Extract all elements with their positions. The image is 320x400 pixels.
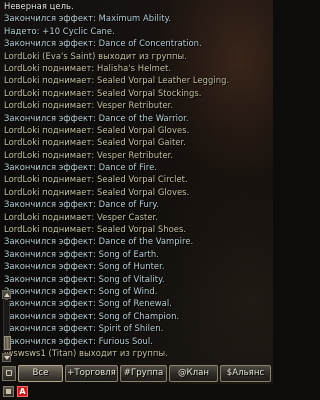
chat-window: Неверная цель. Закончился эффект: Maximu… [0, 0, 273, 400]
chat-message: Iwswsws1 (Titan) выходит из группы. [4, 347, 168, 358]
chat-message: Закончился эффект: Song of Wind. [4, 285, 158, 296]
scroll-thumb[interactable] [4, 336, 11, 350]
chat-message: LordLoki поднимает: Vesper Caster. [4, 211, 158, 222]
chat-message: LordLoki поднимает: Sealed Vorpal Gloves… [4, 124, 190, 135]
chat-message: LordLoki поднимает: Sealed Vorpal Shoes. [4, 224, 187, 235]
tab-trade[interactable]: +Торговля [65, 365, 118, 382]
chat-message: Закончился эффект: Dance of the Warrior. [4, 112, 189, 123]
chat-log: Неверная цель. Закончился эффект: Maximu… [4, 0, 266, 360]
arrow-down-icon[interactable] [2, 353, 11, 362]
chat-message: Неверная цель. [4, 1, 74, 11]
chat-message: LordLoki поднимает: Sealed Vorpal Gaiter… [4, 137, 186, 148]
chat-message: Надето: +10 Cyclic Cane. [4, 25, 115, 36]
chat-message: LordLoki (Eva's Saint) выходит из группы… [4, 50, 187, 61]
tab-all[interactable]: Все [18, 365, 63, 382]
chat-message: LordLoki поднимает: Sealed Vorpal Circle… [4, 174, 188, 185]
scroll-track[interactable] [3, 300, 11, 352]
chat-message: Закончился эффект: Spirit of Shilen. [4, 323, 164, 334]
chat-message: LordLoki поднимает: Vesper Retributer. [4, 149, 174, 160]
chat-message: Закончился эффект: Dance of Fury. [4, 199, 159, 210]
chat-message: LordLoki поднимает: Halisha's Helmet. [4, 62, 172, 73]
chat-message: Закончился эффект: Song of Vitality. [4, 273, 165, 284]
chat-input-row: A [0, 384, 273, 400]
tab-clan[interactable]: @Клан [169, 365, 218, 382]
chat-options-icon[interactable] [2, 366, 16, 381]
chat-message: LordLoki поднимает: Sealed Vorpal Leathe… [4, 75, 230, 86]
chat-message: Закончился эффект: Song of Renewal. [4, 298, 172, 309]
tab-party[interactable]: #Группа [120, 365, 167, 382]
chat-tab-bar: Все +Торговля #Группа @Клан $Альянс [0, 365, 273, 383]
chat-message: Закончился эффект: Song of Earth. [4, 248, 159, 259]
chat-message: Закончился эффект: Dance of Concentratio… [4, 38, 202, 49]
chat-message: LordLoki поднимает: Vesper Retributer. [4, 100, 174, 111]
chat-message: LordLoki поднимает: Sealed Vorpal Stocki… [4, 87, 202, 98]
chat-message: Закончился эффект: Furious Soul. [4, 335, 153, 346]
chat-message: Закончился эффект: Song of Hunter. [4, 261, 165, 272]
chat-mode-icon[interactable] [3, 386, 14, 397]
chat-message: Закончился эффект: Dance of the Vampire. [4, 236, 194, 247]
language-badge[interactable]: A [17, 386, 28, 397]
chat-scrollbar[interactable] [2, 290, 11, 362]
tab-alliance[interactable]: $Альянс [220, 365, 271, 382]
chat-message: Закончился эффект: Maximum Ability. [4, 13, 172, 24]
chat-message: Закончился эффект: Dance of Fire. [4, 162, 157, 173]
chat-input[interactable] [31, 386, 267, 398]
arrow-up-icon[interactable] [2, 290, 11, 299]
chat-message: LordLoki поднимает: Sealed Vorpal Gloves… [4, 186, 190, 197]
chat-message: Закончился эффект: Song of Champion. [4, 310, 180, 321]
